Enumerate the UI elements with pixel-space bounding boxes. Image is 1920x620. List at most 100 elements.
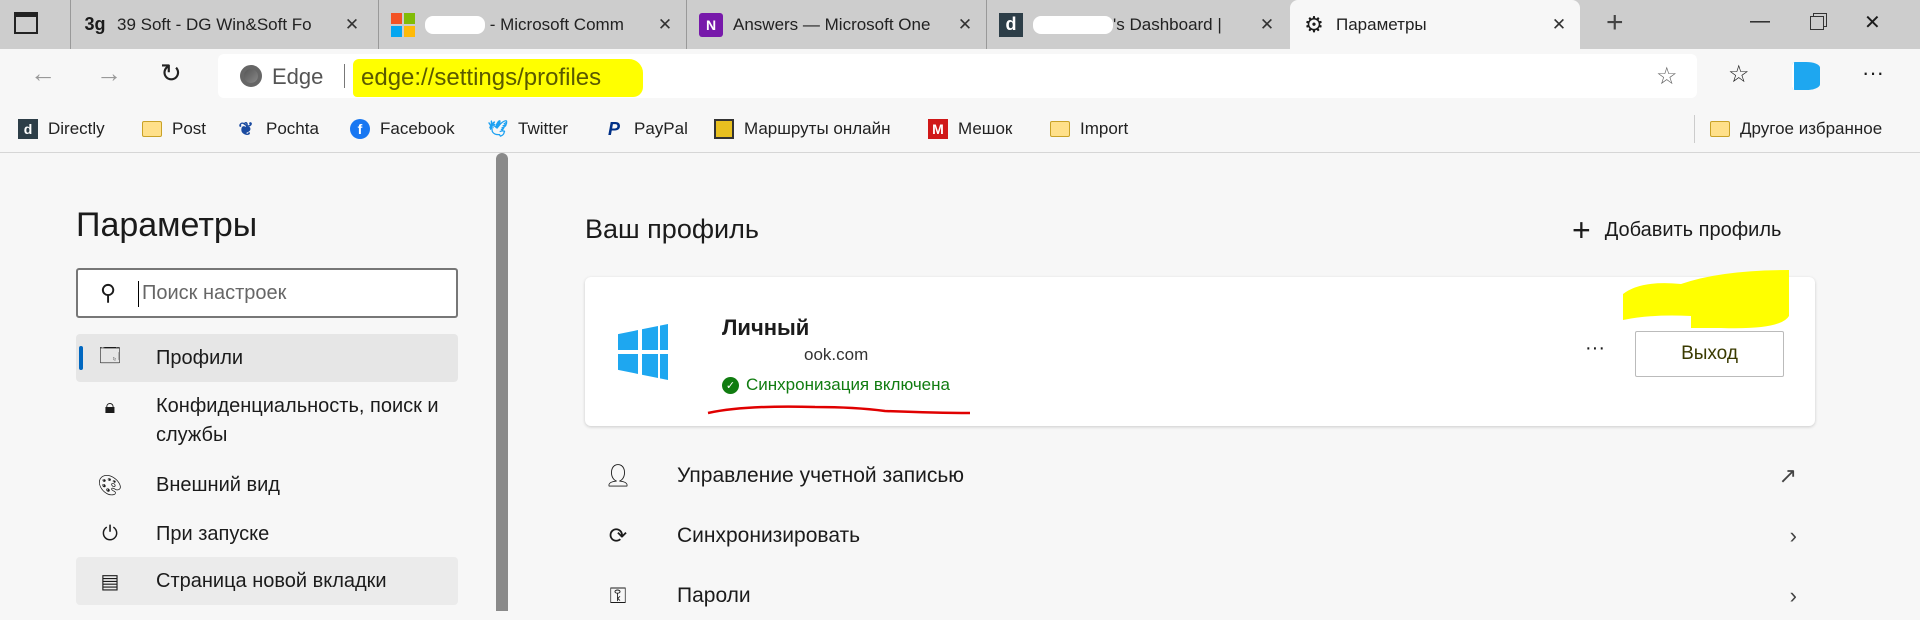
39-soft-icon: 3g (84, 14, 106, 34)
sidebar-item-privacy[interactable]: 🔒︎ Конфиденциальность, поиск и службы (76, 392, 458, 462)
sidebar-item-label: Профили (156, 346, 244, 369)
site-label: Edge (272, 64, 324, 89)
chevron-right-icon: › (1789, 523, 1797, 548)
sidebar-item-new-tab-page[interactable]: ▤ Страница новой вкладки (76, 557, 458, 605)
selected-indicator (79, 346, 83, 370)
bookmark-label: Pochta (266, 119, 319, 138)
yellow-highlight-annotation (1623, 270, 1789, 329)
new-tab-icon: ▤ (100, 570, 120, 593)
palette-icon: 🎨︎ (97, 474, 123, 497)
tab-bar: 3g 39 Soft - DG Win&Soft Fo ✕ - Microsof… (0, 0, 1920, 49)
sidebar-item-appearance[interactable]: 🎨︎ Внешний вид (76, 461, 458, 509)
sidebar-item-label: Внешний вид (156, 473, 280, 496)
close-icon[interactable]: ✕ (952, 15, 978, 35)
row-label: Синхронизировать (677, 524, 861, 547)
gear-icon: ⚙ (1304, 11, 1324, 37)
bookmark-label: Маршруты онлайн (744, 119, 891, 138)
search-icon: ⚲ (100, 280, 117, 305)
new-tab-plus-icon[interactable]: + (1606, 6, 1624, 40)
search-placeholder: Поиск настроек (142, 282, 287, 304)
bookmark-facebook[interactable]: f Facebook (350, 105, 455, 153)
tab-onenote-answers[interactable]: N Answers — Microsoft One ✕ (686, 0, 986, 49)
search-settings-input[interactable]: ⚲ Поиск настроек (76, 268, 458, 318)
close-icon[interactable]: ✕ (339, 15, 365, 35)
profile-icon: 🗔 (99, 345, 121, 367)
bookmark-post[interactable]: Post (142, 105, 206, 153)
pochta-icon: ❦ (238, 118, 254, 139)
check-circle-icon: ✓ (722, 376, 739, 394)
sidebar-item-label: Страница новой вкладки (156, 569, 387, 592)
bookmark-label: Другое избранное (1740, 119, 1883, 138)
bookmark-directly[interactable]: d Directly (18, 105, 105, 153)
plus-icon: + (1572, 212, 1591, 248)
signout-label: Выход (1681, 343, 1738, 364)
directly-icon: d (999, 12, 1023, 37)
close-icon[interactable]: ✕ (652, 15, 678, 35)
forward-icon[interactable]: → (96, 58, 122, 89)
tab-directly-dashboard[interactable]: d 's Dashboard | ✕ (986, 0, 1288, 49)
other-favorites[interactable]: Другое избранное (1710, 105, 1882, 153)
tab-settings[interactable]: ⚙ Параметры ✕ (1290, 0, 1580, 49)
close-icon[interactable]: ✕ (1546, 15, 1572, 35)
add-profile-button[interactable]: + Добавить профиль (1572, 212, 1781, 249)
bookmark-meshok[interactable]: M Мешок (928, 105, 1012, 153)
text-cursor (138, 281, 139, 307)
profile-email: ook.com (804, 345, 869, 364)
twitter-icon: 🕊 (487, 121, 509, 138)
sync-icon: ⟳ (608, 523, 628, 548)
tab-title: - Microsoft Comm (425, 15, 652, 35)
directly-icon: d (18, 119, 38, 139)
more-menu-icon[interactable]: ··· (1862, 60, 1884, 86)
bookmark-pochta[interactable]: ❦ Pochta (236, 105, 319, 153)
add-favorite-star-icon[interactable]: ☆ (1656, 62, 1678, 91)
bookmark-label: PayPal (634, 119, 688, 138)
edge-logo-icon (240, 65, 262, 87)
sidebar-item-label: При запуске (156, 522, 270, 545)
bookmark-label: Мешок (958, 119, 1013, 138)
key-icon: ⚿ (609, 583, 627, 608)
divider (1694, 115, 1695, 143)
manage-account-row[interactable]: 👤︎ Управление учетной записью ↗ (585, 452, 1815, 500)
lock-icon: 🔒︎ (104, 396, 116, 418)
red-underline-annotation (707, 405, 971, 415)
bookmark-label: Import (1080, 119, 1129, 138)
bookmark-paypal[interactable]: P PayPal (604, 105, 688, 153)
bookmarks-bar: d Directly Post ❦ Pochta f Facebook 🕊 Twitte… (0, 105, 1920, 153)
profile-more-icon[interactable]: ··· (1585, 337, 1605, 360)
bus-icon (714, 119, 734, 139)
person-icon: 👤︎ (604, 463, 632, 488)
back-icon[interactable]: ← (30, 58, 56, 89)
tab-title: Параметры (1336, 14, 1427, 34)
row-label: Пароли (677, 584, 751, 607)
microsoft-icon (391, 12, 415, 37)
meshok-icon: M (928, 119, 948, 139)
restore-icon[interactable] (1810, 16, 1824, 30)
favorites-icon[interactable]: ☆ (1728, 60, 1750, 89)
signout-button[interactable]: Выход (1635, 331, 1784, 377)
tab-actions-icon[interactable] (14, 12, 38, 34)
bookmark-marshruty[interactable]: Маршруты онлайн (714, 105, 891, 153)
profile-avatar-icon[interactable] (1792, 62, 1820, 90)
page-title: Ваш профиль (585, 214, 759, 244)
windows-avatar-icon (618, 324, 668, 380)
sync-row[interactable]: ⟳ Синхронизировать › (585, 512, 1815, 560)
tab-title: 39 Soft - DG Win&Soft Fo (117, 14, 312, 34)
sidebar-item-profiles[interactable]: 🗔 Профили (76, 334, 458, 382)
bookmark-twitter[interactable]: 🕊 Twitter (488, 105, 568, 153)
sidebar-scrollbar[interactable] (496, 153, 508, 611)
power-icon: ⏻ (102, 522, 118, 545)
sidebar-item-startup[interactable]: ⏻ При запуске (76, 510, 458, 558)
tab-microsoft-community[interactable]: - Microsoft Comm ✕ (378, 0, 686, 49)
address-bar[interactable]: Edge edge://settings/profiles ☆ (218, 54, 1697, 98)
passwords-row[interactable]: ⚿ Пароли › (585, 572, 1815, 620)
window-close-icon[interactable]: ✕ (1864, 10, 1881, 35)
refresh-icon[interactable]: ↻ (160, 58, 182, 89)
tab-title: 's Dashboard | (1033, 15, 1254, 35)
url-text[interactable]: edge://settings/profiles (361, 64, 601, 92)
bookmark-label: Post (172, 119, 207, 138)
bookmark-import[interactable]: Import (1050, 105, 1128, 153)
close-icon[interactable]: ✕ (1254, 15, 1280, 35)
minimize-icon[interactable]: — (1750, 10, 1770, 33)
tab-39soft[interactable]: 3g 39 Soft - DG Win&Soft Fo ✕ (70, 0, 373, 49)
divider (344, 64, 345, 88)
